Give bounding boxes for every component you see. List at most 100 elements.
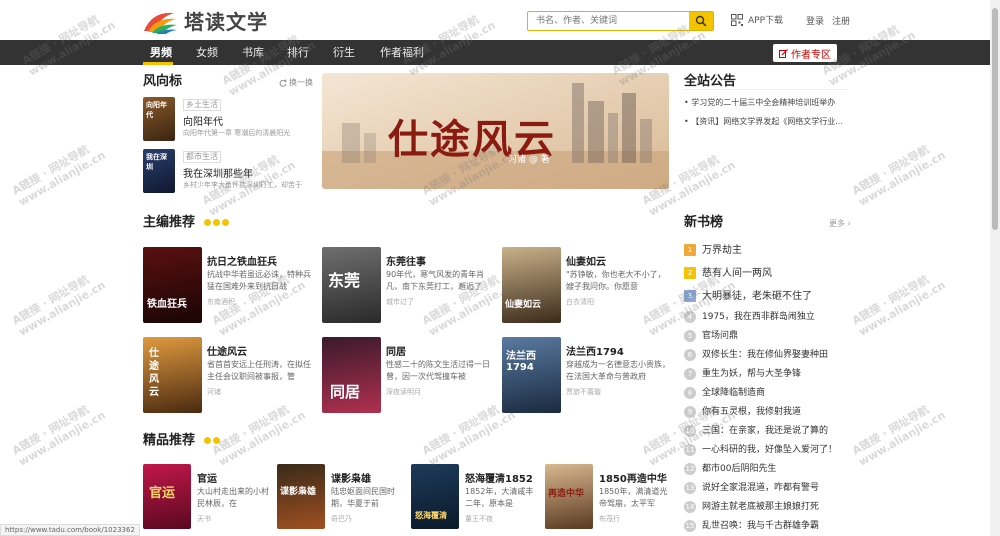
watermark: A链接 · 网址导航 www.alianjie.cn: [10, 402, 108, 469]
editor-picks-title: 主编推荐: [143, 211, 229, 230]
book-card[interactable]: 怒海覆清 怒海覆清1852 1852年，大清咸丰二年，原本是 董王不夜: [411, 464, 539, 529]
rank-book-name: 全球降临制造商: [702, 388, 766, 398]
book-card[interactable]: 再造中华 1850再造中华 1850年，满清道光帝驾崩，太平军 布茂行: [545, 464, 673, 529]
author-zone-label: 作者专区: [791, 49, 831, 61]
cover-title: 谍影枭雄: [280, 487, 317, 497]
rank-number: 12: [684, 462, 696, 475]
login-link[interactable]: 登录: [806, 14, 824, 27]
book-cover: 仕途风云: [143, 337, 202, 413]
rank-item[interactable]: 15 乱世召唤：我与千古群雄争霸: [684, 518, 849, 536]
quality-picks-title-text: 精品推荐: [143, 433, 196, 448]
author-zone-button[interactable]: 作者专区: [773, 44, 837, 62]
cover-title: 同居: [330, 383, 361, 401]
wind-title: 风向标: [143, 74, 183, 89]
announcement-item[interactable]: • 【资讯】网络文学界发起《网络文学行业...: [684, 116, 848, 127]
nav-item-library[interactable]: 书库: [242, 40, 264, 65]
book-desc: 1850年，满清道光帝驾崩，太平军: [599, 487, 668, 508]
wind-tag: 都市生活: [183, 151, 221, 163]
site-logo[interactable]: 塔读文学: [142, 6, 268, 35]
book-name: 怒海覆清1852: [465, 474, 533, 485]
status-bar-url: https://www.tadu.com/book/1023362: [0, 524, 140, 536]
rank-item[interactable]: 5 官场问鼎: [684, 328, 849, 346]
watermark: A链接 · 网址导航 www.alianjie.cn: [850, 402, 948, 469]
search-input[interactable]: [528, 12, 689, 30]
nav-item-author-welfare[interactable]: 作者福利: [380, 40, 424, 65]
app-download-link[interactable]: APP下载: [731, 13, 783, 26]
search-box: [527, 11, 714, 31]
rank-number: 10: [684, 424, 696, 437]
watermark: A链接 · 网址导航 www.alianjie.cn: [10, 142, 108, 209]
wind-item[interactable]: 我在深圳 都市生活 我在深圳那些年 乡村少年李大勇怀揣深圳打工，却苦于: [143, 149, 313, 193]
book-card[interactable]: 东莞 东莞往事 90年代，寒气风发的青年肖凡，南下东莞打工，邂逅了 城市过了: [322, 247, 492, 323]
book-card[interactable]: 法兰西 1794 法兰西1794 穿越成为一名德意志小贵族，在法国大革命与普政府…: [502, 337, 672, 413]
book-cover: 法兰西 1794: [502, 337, 561, 413]
register-link[interactable]: 注册: [832, 14, 850, 27]
rank-item[interactable]: 6 双修长生：我在修仙界娶妻种田: [684, 347, 849, 365]
announcement-title: 全站公告: [684, 74, 737, 89]
wind-tag: 乡土生活: [183, 99, 221, 111]
rank-book-name: 双修长生：我在修仙界娶妻种田: [702, 350, 829, 360]
announcement-item[interactable]: • 学习党的二十届三中全会精神培训班举办: [684, 97, 848, 108]
book-cover: 再造中华: [545, 464, 593, 529]
book-card[interactable]: 官运 官运 大山村走出来的小村民林辰，在 天书: [143, 464, 271, 529]
book-card[interactable]: 仕途风云 仕途风云 省首首安远上任刑涛，在拟任主任会议职间被事报，管 河诸: [143, 337, 313, 413]
rank-item[interactable]: 9 你有五灵根，我修射我道: [684, 404, 849, 422]
rank-number: 7: [684, 367, 696, 380]
book-cover: 铁血狂兵: [143, 247, 202, 323]
book-card[interactable]: 仙妻如云 仙妻如云 "苏铮敏，你也老大不小了，嫂子我问你。你愿意 白衣清阳: [502, 247, 672, 323]
book-name: 仕途风云: [207, 347, 247, 358]
book-name: 仙妻如云: [566, 257, 606, 268]
rank-item[interactable]: 7 重生为妖，帮与大圣争锋: [684, 366, 849, 384]
rank-book-name: 万界劫主: [702, 245, 742, 256]
nav-item-female[interactable]: 女频: [196, 40, 218, 65]
book-author: 城市过了: [386, 298, 414, 306]
book-cover: 怒海覆清: [411, 464, 459, 529]
rank-item[interactable]: 11 一心科研的我，好像坠入爱河了！: [684, 442, 849, 460]
book-card[interactable]: 谍影枭雄 谍影枭雄 陆忠妪面间民国时期，华夏于前 奇巴乃: [277, 464, 405, 529]
featured-banner[interactable]: 仕途风云 河诸 @ 著: [322, 73, 669, 189]
rank-item[interactable]: 1 万界劫主: [684, 241, 849, 259]
book-desc: 穿越成为一名德意志小贵族，在法国大革命与普政府: [566, 360, 670, 381]
rank-item[interactable]: 8 全球降临制造商: [684, 385, 849, 403]
book-author: 东南酒积: [207, 298, 235, 306]
scrollbar-thumb[interactable]: [992, 8, 998, 230]
rank-item[interactable]: 13 说好全家混混道，咋都有警号: [684, 480, 849, 498]
book-name: 同居: [386, 347, 406, 358]
book-name: 1850再造中华: [599, 474, 667, 485]
decor-dots: [203, 437, 220, 444]
rank-item[interactable]: 4 1975，我在西非群岛闹独立: [684, 309, 849, 327]
cover-title: 仙妻如云: [505, 300, 542, 310]
more-link[interactable]: 更多 ›: [829, 218, 851, 229]
rank-number: 14: [684, 500, 696, 513]
rank-item[interactable]: 3 大明暴徒，老朱砸不住了: [684, 287, 849, 305]
quality-picks-title: 精品推荐: [143, 429, 220, 448]
nav-item-rank[interactable]: 排行: [287, 40, 309, 65]
rank-book-name: 网游主就老底被那主娘娘打死: [702, 502, 820, 512]
nav-item-derivative[interactable]: 衍生: [333, 40, 355, 65]
rank-item[interactable]: 2 慈有人间一两风: [684, 264, 849, 282]
search-button[interactable]: [689, 12, 713, 30]
divider: [683, 89, 848, 90]
book-author: 董王不夜: [465, 515, 493, 523]
rank-item[interactable]: 12 都市00后阴阳先生: [684, 461, 849, 479]
wind-book-name: 向阳年代: [183, 117, 223, 128]
rank-number: 6: [684, 348, 696, 361]
edit-icon: [779, 48, 788, 58]
wind-item[interactable]: 向阳年代 乡土生活 向阳年代 向阳年代第一章 寒潮后的清晨阳光: [143, 97, 313, 141]
book-card[interactable]: 铁血狂兵 抗日之铁血狂兵 抗战中华若虽远必诛，特种兵猛在国难外来到抗日战 东南酒…: [143, 247, 313, 323]
rank-item[interactable]: 14 网游主就老底被那主娘娘打死: [684, 499, 849, 517]
book-cover: 同居: [322, 337, 381, 413]
announcement-text: 【资讯】网络文学界发起《网络文学行业...: [691, 117, 843, 126]
cover-title: 官运: [149, 486, 176, 501]
book-desc: 陆忠妪面间民国时期，华夏于前: [331, 487, 395, 508]
refresh-button[interactable]: 换一换: [279, 77, 313, 88]
book-card[interactable]: 同居 同居 性感二十的陈文生活过得一日曾，因一次代驾撞车被 深夜读明月: [322, 337, 492, 413]
cover-title: 法兰西 1794: [506, 351, 536, 373]
logo-text: 塔读文学: [184, 10, 268, 34]
cover-title: 铁血狂兵: [147, 299, 187, 310]
book-author: 天书: [197, 515, 211, 523]
rank-book-name: 官场问鼎: [702, 331, 739, 341]
book-author: 贾旅不置璇: [566, 388, 601, 396]
rank-number: 1: [684, 244, 696, 256]
rank-item[interactable]: 10 三国：在亲家，我还是说了算的: [684, 423, 849, 441]
